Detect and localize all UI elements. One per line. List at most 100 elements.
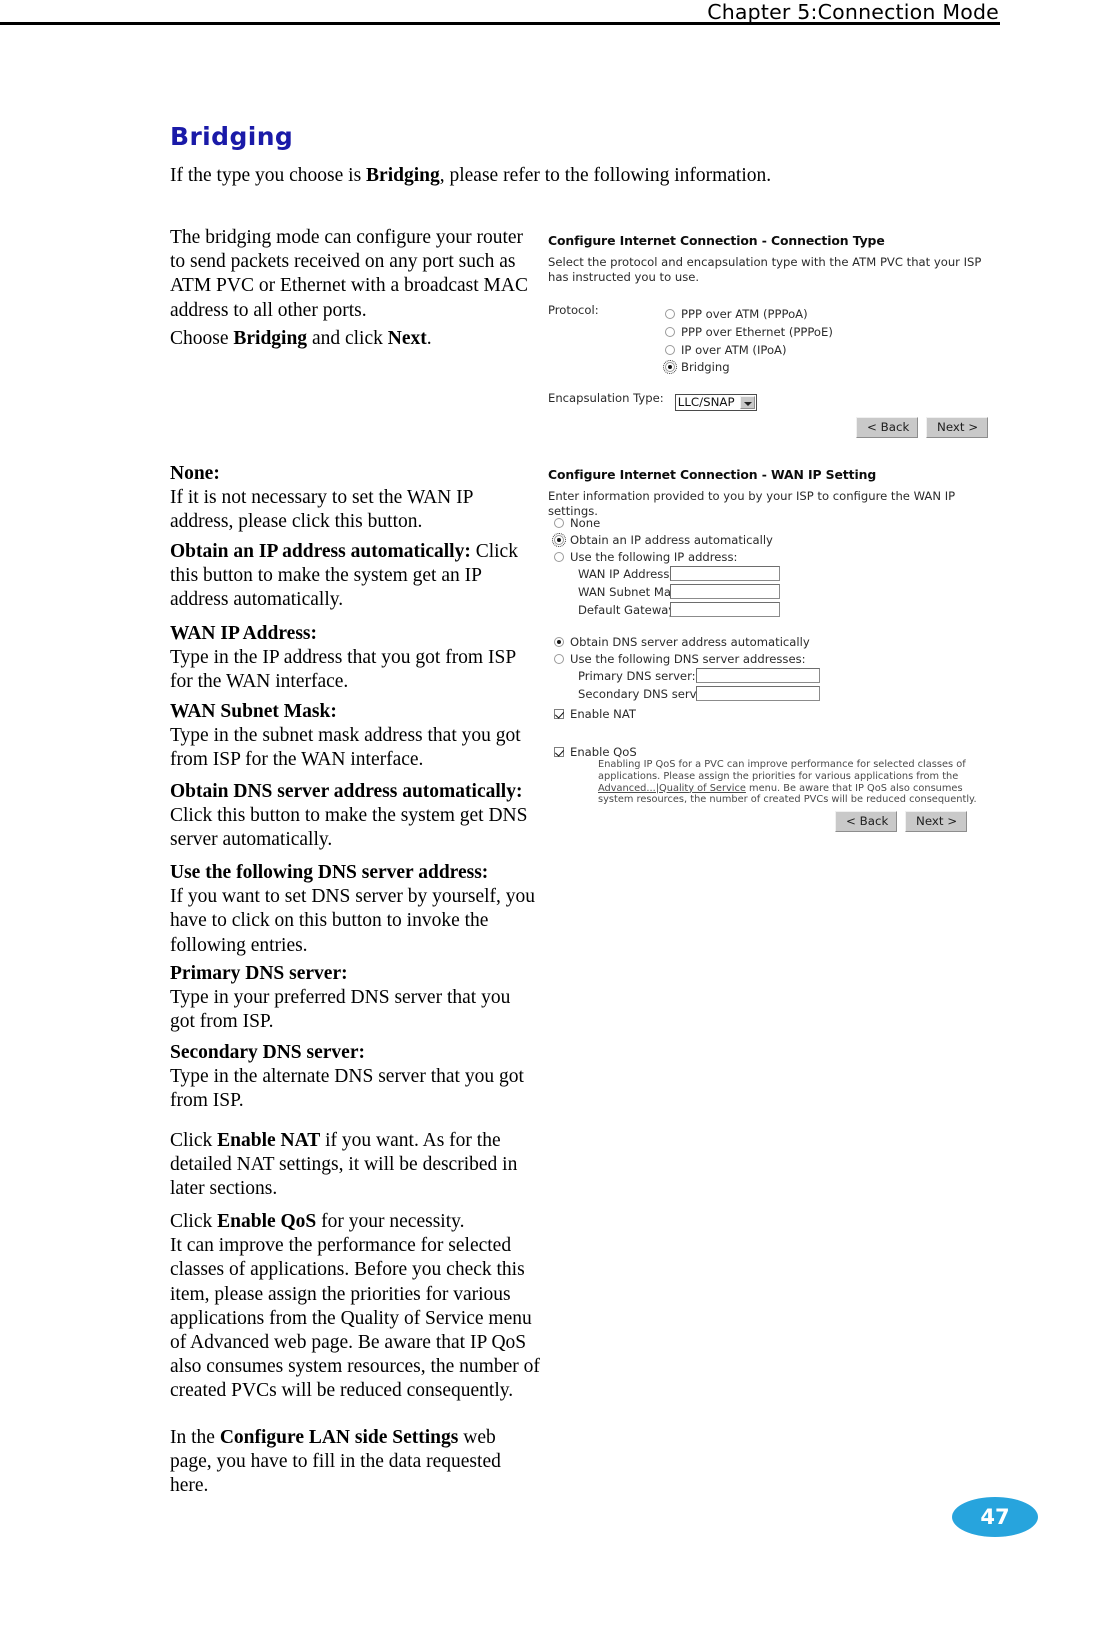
field-row-primary-dns: Primary DNS server: [578, 665, 820, 684]
lan-bold: Configure LAN side Settings [219, 1427, 459, 1448]
description-body: Type in the subnet mask address that you… [170, 725, 521, 771]
choose-bold-bridging: Bridging [233, 328, 308, 349]
field-row-default-gateway: Default Gateway: [578, 599, 780, 618]
description-use-following-dns: Use the following DNS server address: If… [170, 861, 540, 958]
secondary-dns-label: Secondary DNS server: [578, 687, 713, 701]
wan-ip-title: Configure Internet Connection - WAN IP S… [548, 467, 877, 482]
chapter-header-text: Chapter 5:Connection Mode [707, 0, 999, 24]
radio-option-pppoa[interactable]: PPP over ATM (PPPoA) [665, 303, 808, 322]
radio-icon[interactable] [554, 552, 564, 562]
checkbox-label: Enable NAT [570, 707, 636, 721]
page-number-badge: 47 [952, 1497, 1038, 1537]
enable-qos-paragraph: Click Enable QoS for your necessity. It … [170, 1210, 540, 1404]
intro-prefix: If the type you choose is [170, 165, 367, 186]
radio-icon[interactable] [554, 518, 564, 528]
field-row-wan-ip-address: WAN IP Address: [578, 563, 780, 582]
description-primary-dns: Primary DNS server: Type in your preferr… [170, 962, 540, 1035]
protocol-label: Protocol: [548, 303, 599, 317]
radio-icon[interactable] [554, 654, 564, 664]
configure-lan-paragraph: In the Configure LAN side Settings web p… [170, 1426, 540, 1499]
description-term: Obtain DNS server address automatically: [170, 781, 523, 802]
page-content: Bridging If the type you choose is Bridg… [0, 30, 1095, 1550]
description-term: Use the following DNS server address: [170, 862, 489, 883]
intro-suffix: , please refer to the following informat… [439, 165, 772, 186]
radio-icon[interactable] [554, 637, 564, 647]
description-body: Type in the alternate DNS server that yo… [170, 1066, 524, 1112]
checkbox-icon[interactable] [554, 747, 564, 757]
radio-label: PPP over Ethernet (PPPoE) [681, 325, 833, 339]
radio-icon[interactable] [665, 345, 675, 355]
description-wan-ip-address: WAN IP Address: Type in the IP address t… [170, 622, 540, 695]
description-body: Click this button to make the system get… [170, 805, 528, 851]
radio-icon[interactable] [663, 360, 677, 374]
checkbox-label: Enable QoS [570, 745, 637, 759]
screenshot-connection-type: Configure Internet Connection - Connecti… [540, 228, 995, 443]
radio-label: Obtain an IP address automatically [570, 533, 773, 547]
qos-body: It can improve the performance for selec… [170, 1235, 540, 1402]
description-term: Secondary DNS server: [170, 1042, 365, 1063]
wan-ip-description: Enter information provided to you by you… [548, 489, 956, 518]
radio-icon[interactable] [665, 327, 675, 337]
radio-option-pppoe[interactable]: PPP over Ethernet (PPPoE) [665, 321, 833, 340]
wan-subnet-mask-input[interactable] [670, 584, 780, 599]
description-wan-subnet-mask: WAN Subnet Mask: Type in the subnet mask… [170, 700, 540, 773]
description-term: Primary DNS server: [170, 963, 348, 984]
qos-note: Enabling IP QoS for a PVC can improve pe… [598, 759, 994, 806]
qos-bold: Enable QoS [217, 1211, 317, 1232]
connection-type-title: Configure Internet Connection - Connecti… [548, 233, 885, 248]
encapsulation-type-select[interactable]: LLC/SNAP [674, 394, 757, 411]
enable-nat-paragraph: Click Enable NAT if you want. As for the… [170, 1129, 540, 1202]
description-body: Type in the IP address that you got from… [170, 647, 516, 693]
secondary-dns-input[interactable] [696, 686, 820, 701]
primary-dns-label: Primary DNS server: [578, 669, 696, 683]
choose-prefix: Choose [170, 328, 234, 349]
back-button[interactable]: < Back [856, 417, 918, 438]
back-button[interactable]: < Back [835, 811, 897, 832]
intro-bold: Bridging [366, 165, 440, 186]
header-divider-rule [0, 22, 1000, 25]
checkbox-icon[interactable] [554, 709, 564, 719]
radio-label: Use the following IP address: [570, 550, 738, 564]
choose-suffix: . [426, 328, 432, 349]
encapsulation-type-label: Encapsulation Type: [548, 391, 664, 405]
description-body: If it is not necessary to set the WAN IP… [170, 487, 473, 533]
bridging-description-paragraph: The bridging mode can configure your rou… [170, 227, 528, 321]
field-row-wan-subnet-mask: WAN Subnet Mask: [578, 581, 780, 600]
radio-label: IP over ATM (IPoA) [681, 343, 787, 357]
next-button[interactable]: Next > [905, 811, 967, 832]
choose-middle: and click [307, 328, 388, 349]
radio-icon[interactable] [665, 309, 675, 319]
description-obtain-ip-automatically: Obtain an IP address automatically: Clic… [170, 540, 540, 613]
description-body: If you want to set DNS server by yoursel… [170, 886, 536, 956]
checkbox-enable-nat[interactable]: Enable NAT [554, 703, 636, 722]
lan-prefix: In the [170, 1427, 220, 1448]
qos-suffix: for your necessity. [316, 1211, 465, 1232]
radio-label: PPP over ATM (PPPoA) [681, 307, 808, 321]
choose-bridging-paragraph: Choose Bridging and click Next. [170, 327, 535, 351]
description-none: None: If it is not necessary to set the … [170, 462, 540, 535]
nat-bold: Enable NAT [217, 1130, 321, 1151]
radio-label: Bridging [681, 360, 730, 374]
description-secondary-dns: Secondary DNS server: Type in the altern… [170, 1041, 540, 1114]
page-header: Chapter 5:Connection Mode [0, 0, 1095, 30]
chevron-down-icon[interactable] [739, 396, 755, 409]
next-button[interactable]: Next > [926, 417, 988, 438]
screenshot-wan-ip-setting: Configure Internet Connection - WAN IP S… [540, 462, 995, 842]
description-obtain-dns-automatically: Obtain DNS server address automatically:… [170, 780, 540, 853]
description-term: Obtain an IP address automatically: [170, 541, 471, 562]
qos-prefix: Click [170, 1211, 218, 1232]
intro-paragraph: If the type you choose is Bridging, plea… [170, 164, 810, 188]
wan-subnet-mask-label: WAN Subnet Mask: [578, 585, 688, 599]
qos-note-part1: Enabling IP QoS for a PVC can improve pe… [598, 759, 966, 782]
connection-type-button-row: < Back Next > [856, 416, 988, 438]
wan-ip-address-label: WAN IP Address: [578, 567, 674, 581]
radio-option-bridging[interactable]: Bridging [663, 356, 730, 375]
default-gateway-input[interactable] [670, 602, 780, 617]
description-term: WAN IP Address: [170, 623, 318, 644]
primary-dns-input[interactable] [696, 668, 820, 683]
radio-icon[interactable] [552, 533, 566, 547]
wan-ip-address-input[interactable] [670, 566, 780, 581]
choose-bold-next: Next [387, 328, 427, 349]
checkbox-enable-qos[interactable]: Enable QoS [554, 741, 637, 760]
quality-of-service-link[interactable]: Advanced...|Quality of Service [598, 783, 746, 794]
